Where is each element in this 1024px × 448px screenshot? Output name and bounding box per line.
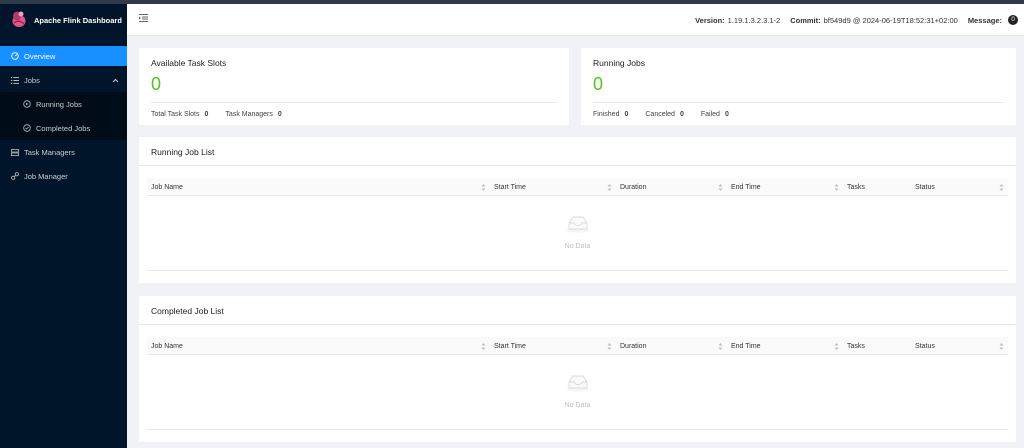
sort-icon xyxy=(718,184,723,191)
sort-icon xyxy=(999,184,1004,191)
sidebar-item-label: Overview xyxy=(24,51,56,61)
sidebar: Apache Flink Dashboard Overview Jobs Run… xyxy=(0,4,127,448)
column-end-time[interactable]: End Time xyxy=(727,178,843,196)
sort-icon xyxy=(718,343,723,350)
divider xyxy=(139,165,1016,166)
sort-icon xyxy=(481,343,486,350)
sort-icon xyxy=(999,343,1004,350)
card-title: Completed Job List xyxy=(151,306,224,316)
version-label: Version: xyxy=(695,15,725,25)
header-info: Version: 1.19.1.3.2.3.1-2 Commit: bf549d… xyxy=(685,4,1018,36)
column-end-time[interactable]: End Time xyxy=(727,337,843,355)
card-title: Running Job List xyxy=(151,147,215,157)
sidebar-item-label: Task Managers xyxy=(24,147,75,157)
sidebar-item-completed-jobs[interactable]: Completed Jobs xyxy=(0,118,127,138)
list-icon xyxy=(10,76,20,84)
column-duration[interactable]: Duration xyxy=(616,178,727,196)
message-info[interactable]: Message: 0 xyxy=(968,15,1018,25)
dashboard-icon xyxy=(10,52,20,60)
app-title: Apache Flink Dashboard xyxy=(34,15,122,25)
sort-icon xyxy=(481,184,486,191)
running-table-header: Job Name Start Time Duration End Time Ta… xyxy=(147,178,1008,196)
menu-fold-icon[interactable] xyxy=(139,14,148,24)
message-label: Message: xyxy=(967,15,1002,25)
commit-value: bf549d9 @ 2024-06-19T18:52:31+02:00 xyxy=(823,15,958,25)
sidebar-item-label: Jobs xyxy=(24,75,40,85)
running-table-empty-state: No Data xyxy=(147,197,1008,271)
commit-label: Commit: xyxy=(790,15,821,25)
brand[interactable]: Apache Flink Dashboard xyxy=(0,4,127,36)
column-status[interactable]: Status xyxy=(911,337,1008,355)
running-jobs-card: Running Jobs 0 Finished 0 Canceled 0 Faile… xyxy=(581,48,1016,125)
slots-stats: Total Task Slots 0 Task Managers 0 xyxy=(151,111,299,118)
top-header: Version: 1.19.1.3.2.3.1-2 Commit: bf549d… xyxy=(127,4,1024,36)
sidebar-item-label: Job Manager xyxy=(24,171,68,181)
server-icon xyxy=(10,148,20,156)
divider xyxy=(139,324,1016,325)
sort-icon xyxy=(834,184,839,191)
chevron-up-icon xyxy=(112,76,119,85)
sort-icon xyxy=(607,184,612,191)
column-start-time[interactable]: Start Time xyxy=(490,178,616,196)
column-job-name[interactable]: Job Name xyxy=(147,178,490,196)
empty-text: No Data xyxy=(564,402,591,409)
card-title: Running Jobs xyxy=(593,58,645,68)
running-jobs-value: 0 xyxy=(593,74,604,94)
running-job-list-card: Running Job List Job Name Start Time Dur… xyxy=(139,137,1016,283)
available-task-slots-card: Available Task Slots 0 Total Task Slots 0… xyxy=(139,48,569,125)
empty-inbox-icon xyxy=(565,374,591,394)
sidebar-item-overview[interactable]: Overview xyxy=(0,46,127,66)
column-duration[interactable]: Duration xyxy=(616,337,727,355)
finished-stat: Finished 0 xyxy=(593,111,629,118)
available-slots-value: 0 xyxy=(151,74,162,94)
jobs-stats: Finished 0 Canceled 0 Failed 0 xyxy=(593,111,746,118)
sidebar-item-running-jobs[interactable]: Running Jobs xyxy=(0,94,127,114)
column-tasks: Tasks xyxy=(847,342,865,350)
play-circle-icon xyxy=(22,100,32,108)
completed-job-list-card: Completed Job List Job Name Start Time D… xyxy=(139,296,1016,442)
commit-info: Commit: bf549d9 @ 2024-06-19T18:52:31+02… xyxy=(790,16,958,25)
failed-stat: Failed 0 xyxy=(700,111,729,118)
sidebar-item-label: Completed Jobs xyxy=(36,123,91,133)
total-task-slots-stat: Total Task Slots 0 xyxy=(151,111,209,118)
column-job-name[interactable]: Job Name xyxy=(147,337,490,355)
sidebar-item-jobs[interactable]: Jobs xyxy=(0,70,127,90)
sort-icon xyxy=(834,343,839,350)
sidebar-item-task-managers[interactable]: Task Managers xyxy=(0,142,127,162)
sort-icon xyxy=(607,343,612,350)
message-count-badge[interactable]: 0 xyxy=(1008,15,1018,25)
flink-logo-icon xyxy=(11,10,27,30)
column-start-time[interactable]: Start Time xyxy=(490,337,616,355)
completed-table-empty-state: No Data xyxy=(147,356,1008,430)
sidebar-item-label: Running Jobs xyxy=(36,99,82,109)
canceled-stat: Canceled 0 xyxy=(645,111,684,118)
column-status[interactable]: Status xyxy=(911,178,1008,196)
empty-inbox-icon xyxy=(565,215,591,235)
task-managers-stat: Task Managers 0 xyxy=(225,111,282,118)
cluster-icon xyxy=(10,172,20,180)
sidebar-item-job-manager[interactable]: Job Manager xyxy=(0,166,127,186)
check-circle-icon xyxy=(22,124,32,132)
divider xyxy=(593,102,1004,103)
column-tasks: Tasks xyxy=(847,183,865,191)
version-info: Version: 1.19.1.3.2.3.1-2 xyxy=(695,16,780,25)
completed-table-header: Job Name Start Time Duration End Time Ta… xyxy=(147,337,1008,355)
empty-text: No Data xyxy=(564,243,591,250)
divider xyxy=(151,102,557,103)
card-title: Available Task Slots xyxy=(151,58,227,68)
version-value: 1.19.1.3.2.3.1-2 xyxy=(727,15,781,25)
